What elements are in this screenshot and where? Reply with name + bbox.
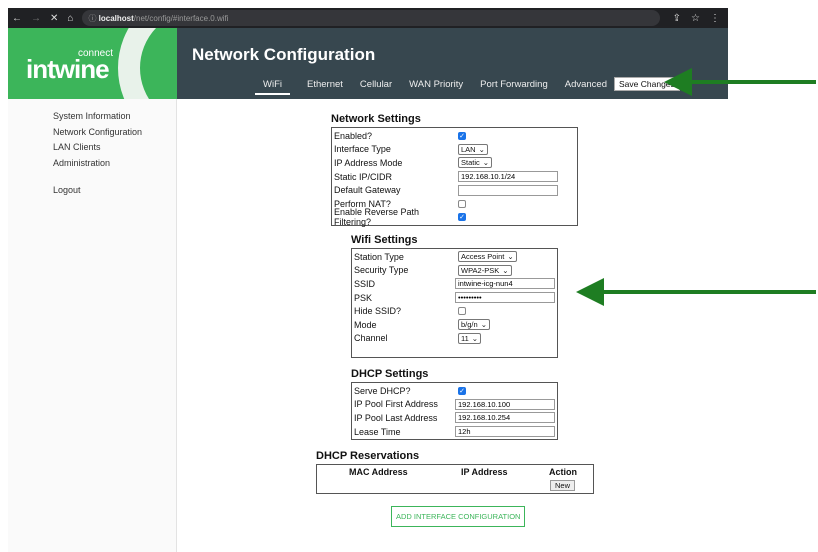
annotation-arrow: [664, 68, 816, 96]
sidebar-item-logout[interactable]: Logout: [53, 185, 176, 195]
tab-advanced[interactable]: Advanced: [565, 79, 607, 90]
ip-mode-select[interactable]: Static ⌄: [458, 157, 493, 169]
sidebar-item-lan-clients[interactable]: LAN Clients: [53, 142, 176, 152]
browser-toolbar: ← → ✕ ⌂ ⓘ localhost/net/config/#interfac…: [8, 8, 728, 28]
new-reservation-button[interactable]: New: [550, 480, 576, 491]
section-title: Network Settings: [331, 113, 421, 125]
stop-icon[interactable]: ✕: [50, 13, 58, 24]
enabled-checkbox[interactable]: ✓: [458, 131, 466, 140]
section-title: DHCP Settings: [351, 368, 429, 380]
station-type-select[interactable]: Access Point ⌄: [458, 251, 517, 263]
network-settings: Network Settings Enabled? ✓ Interface Typ…: [331, 113, 578, 227]
tab-wifi[interactable]: WiFi: [255, 79, 290, 95]
security-type-select[interactable]: WPA2-PSK ⌄: [458, 264, 512, 276]
tab-ethernet[interactable]: Ethernet: [307, 79, 343, 90]
star-icon[interactable]: ☆: [691, 13, 700, 24]
forward-icon[interactable]: →: [31, 13, 41, 24]
menu-icon[interactable]: ⋮: [710, 13, 720, 24]
gateway-input[interactable]: [458, 184, 558, 196]
annotation-arrow: [576, 278, 816, 306]
header: Network Configuration WiFi Ethernet Cell…: [177, 28, 728, 99]
ssid-input[interactable]: [455, 278, 555, 290]
rpf-checkbox[interactable]: ✓: [458, 213, 466, 222]
mode-select[interactable]: b/g/n ⌄: [458, 319, 490, 331]
sidebar: System Information Network Configuration…: [8, 99, 177, 552]
serve-dhcp-checkbox[interactable]: ✓: [458, 386, 466, 395]
psk-input[interactable]: [455, 292, 555, 304]
static-ip-input[interactable]: [458, 171, 558, 183]
page-title: Network Configuration: [192, 45, 376, 64]
sidebar-item-administration[interactable]: Administration: [53, 158, 176, 168]
section-title: DHCP Reservations: [316, 450, 420, 462]
back-icon[interactable]: ←: [12, 13, 22, 24]
logo: connect intwine: [8, 28, 177, 99]
share-icon[interactable]: ⇪: [673, 13, 681, 24]
lease-time-input[interactable]: [455, 426, 555, 438]
tab-port-forwarding[interactable]: Port Forwarding: [480, 79, 548, 90]
tab-cellular[interactable]: Cellular: [360, 79, 392, 90]
dhcp-reservations: DHCP Reservations MAC Address IP Address…: [316, 450, 594, 494]
interface-type-select[interactable]: LAN ⌄: [458, 143, 488, 155]
channel-select[interactable]: 11 ⌄: [458, 332, 482, 344]
info-icon: ⓘ: [88, 13, 99, 23]
nat-checkbox[interactable]: [458, 199, 466, 208]
hide-ssid-checkbox[interactable]: [458, 307, 466, 316]
address-bar[interactable]: ⓘ localhost/net/config/#interface.0.wifi: [82, 10, 660, 26]
section-title: Wifi Settings: [351, 234, 418, 246]
add-interface-button[interactable]: ADD INTERFACE CONFIGURATION: [391, 506, 526, 527]
pool-first-input[interactable]: [455, 398, 555, 410]
wifi-settings: Wifi Settings Station Type Access Point ⌄ …: [351, 234, 558, 358]
tab-wan-priority[interactable]: WAN Priority: [409, 79, 463, 90]
sidebar-item-system-information[interactable]: System Information: [53, 111, 176, 121]
home-icon[interactable]: ⌂: [67, 13, 73, 24]
sidebar-item-network-configuration[interactable]: Network Configuration: [53, 127, 176, 137]
dhcp-settings: DHCP Settings Serve DHCP? ✓ IP Pool First…: [351, 368, 558, 441]
pool-last-input[interactable]: [455, 412, 555, 424]
